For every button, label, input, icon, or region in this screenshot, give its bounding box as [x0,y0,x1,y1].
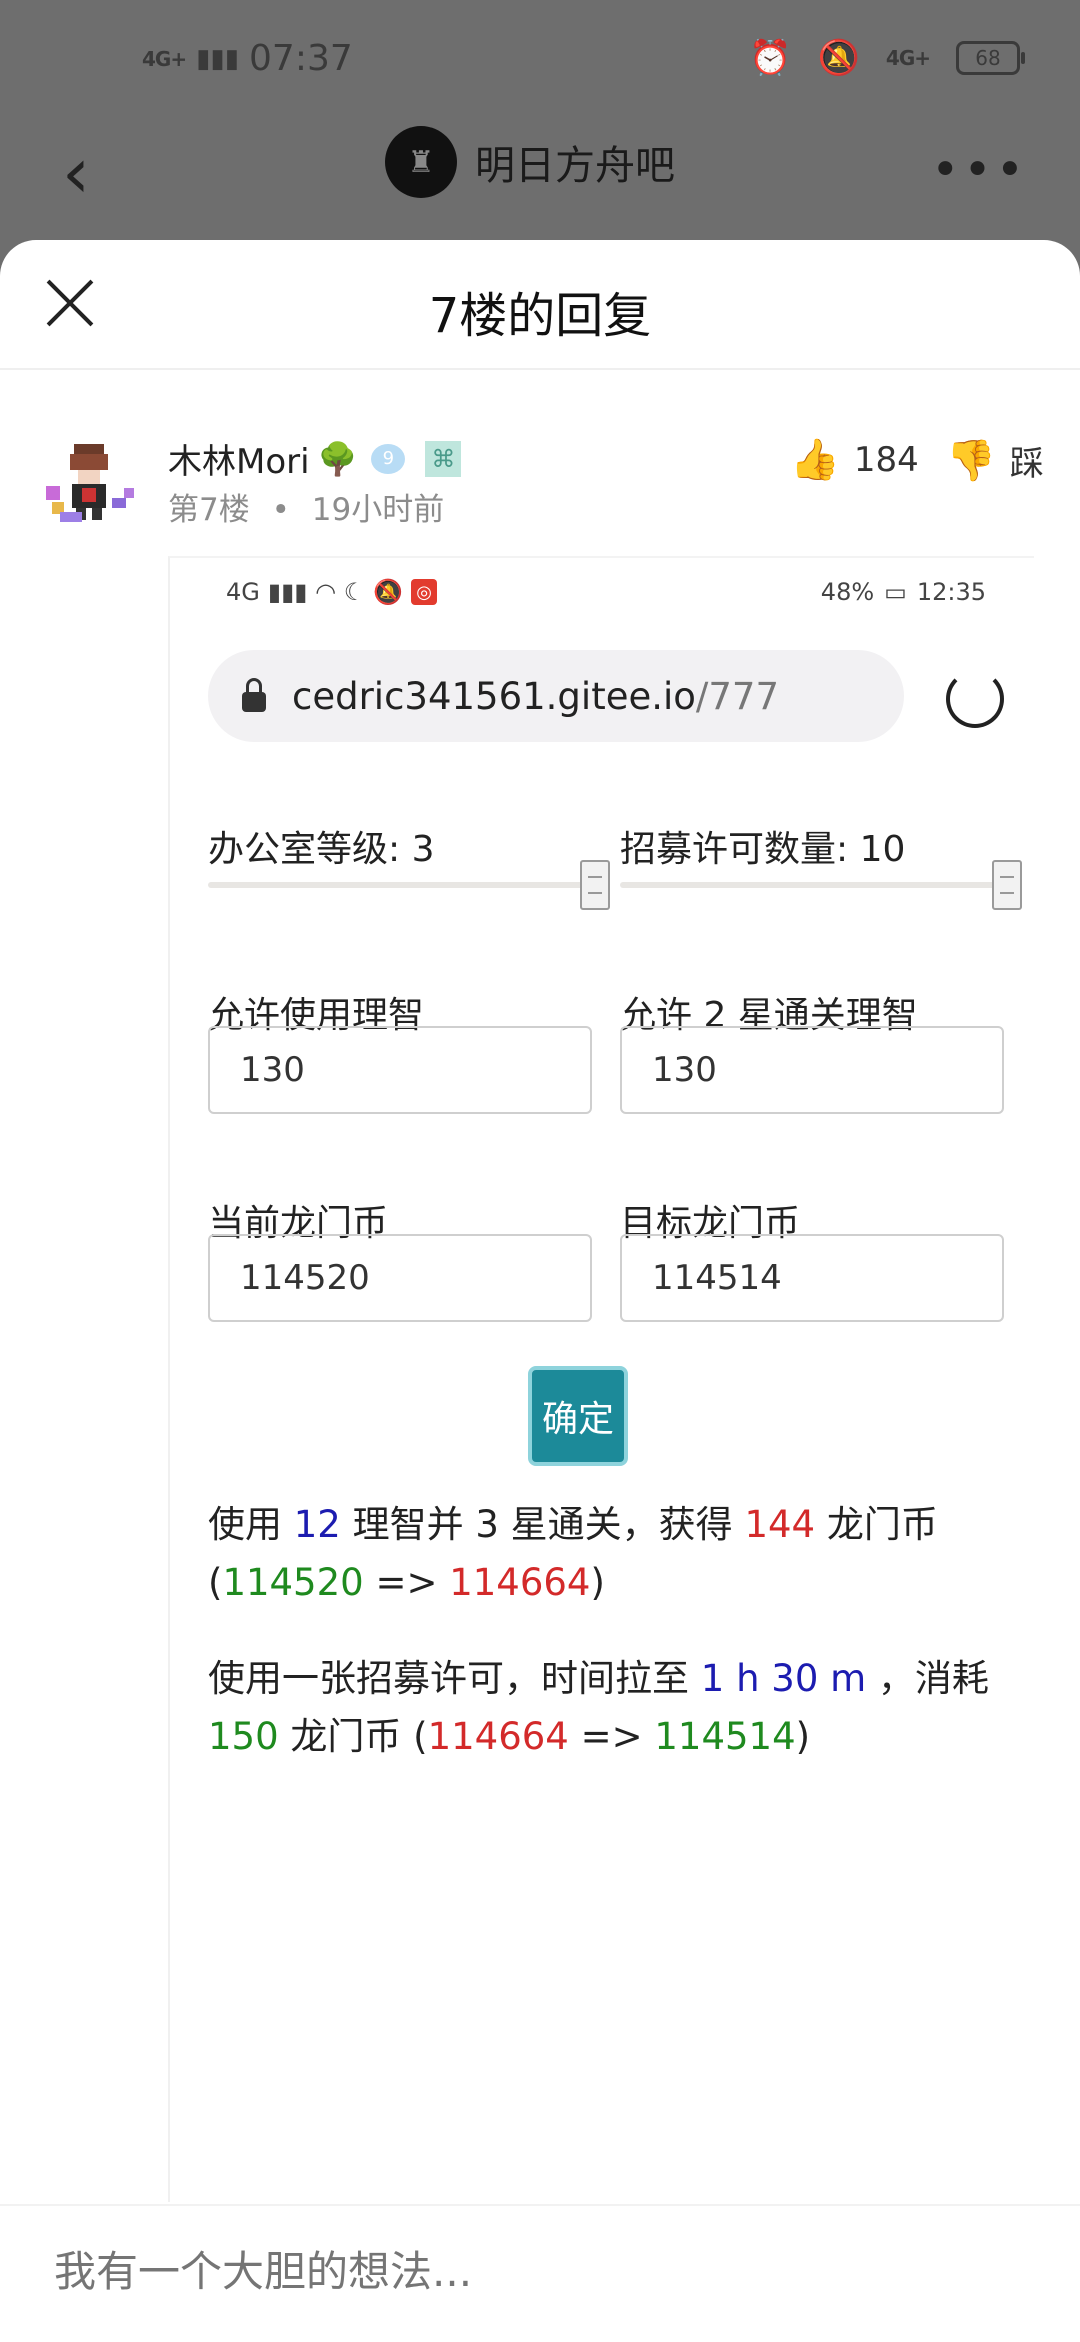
result-line-1: 使用 12 理智并 3 星通关，获得 144 龙门币 (114520 => 114… [208,1496,998,1612]
sanity-input[interactable]: 130 [208,1026,592,1114]
thumbs-up-icon: 👍 [790,437,840,483]
comment-input[interactable] [52,2246,956,2297]
coin-to: 114514 [654,1715,796,1758]
office-level-thumb[interactable] [580,860,610,910]
comment-bar [0,2204,1080,2342]
battery-level: 68 [975,46,1001,70]
forum-name: 明日方舟吧 [475,143,675,189]
dislike-label: 踩 [1009,444,1044,484]
mute-icon: 🔕 [817,38,860,78]
dot-separator: • [271,492,290,528]
like-count: 184 [853,439,919,480]
battery-icon: 68 [956,41,1025,75]
avatar[interactable] [40,440,144,530]
text: 理智并 3 星通关，获得 [340,1503,745,1546]
post-time: 19小时前 [311,492,445,528]
text: => [363,1561,450,1604]
inner-mute-icon: 🔕 [373,578,404,606]
coin-from: 114664 [427,1715,569,1758]
text: 龙门币 [815,1503,938,1546]
level-badge: 9 [371,443,406,474]
status-left: 4G+ ▮▮▮ 07:37 [142,38,353,79]
current-coin-input[interactable]: 114520 [208,1234,592,1322]
sheet-title: 7楼的回复 [428,288,652,344]
coin-cost: 150 [208,1715,279,1758]
badge-icon: ⌘ [425,440,462,477]
confirm-button[interactable]: 确定 [528,1366,628,1466]
url-host: cedric341561.gitee.io [292,674,696,718]
app-icon: ◎ [411,579,438,605]
office-level-slider[interactable] [208,882,592,888]
forum-header: ‹ ♜ 明日方舟吧 ••• [0,120,1080,240]
coin-gain: 144 [744,1503,816,1546]
alarm-icon: ⏰ [749,38,792,78]
dislike-button[interactable]: 👎 踩 [946,436,1044,485]
text: 使用一张招募许可，时间拉至 [208,1657,701,1700]
more-icon[interactable]: ••• [931,142,1028,198]
text: ，消耗 [866,1657,989,1700]
text: 龙门币 ( [278,1715,428,1758]
username[interactable]: 木林Mori 🌳 9 ⌘ [168,434,462,483]
permit-count-label: 招募许可数量: 10 [620,829,906,870]
text: ) [795,1715,811,1758]
text: 使用 [208,1503,294,1546]
target-coin-input[interactable]: 114514 [620,1234,1004,1322]
tree-icon: 🌳 [317,439,358,478]
office-level-label: 办公室等级: 3 [208,829,435,870]
permit-count-slider[interactable] [620,882,1004,888]
inner-signal-icon: ▮▮▮ ◠ ☾ [267,578,366,606]
sheet-header: 7楼的回复 [0,240,1080,370]
sanity-2star-input[interactable]: 130 [620,1026,1004,1114]
status-time: 07:37 [249,38,353,79]
url-bar[interactable]: cedric341561.gitee.io/777 [208,650,904,742]
embedded-screenshot[interactable]: 4G ▮▮▮ ◠ ☾ 🔕 ◎ 48% ▭ 12:35 cedric341561.… [168,556,1034,2202]
status-bar: 4G+ ▮▮▮ 07:37 ⏰ 🔕 4G+ 68 [0,0,1080,120]
signal-icon: ▮▮▮ [196,43,240,74]
result-line-2: 使用一张招募许可，时间拉至 1 h 30 m ，消耗 150 龙门币 (11466… [208,1650,998,1766]
text: ) [590,1561,605,1604]
inner-network: 4G [226,578,260,606]
forum-title[interactable]: ♜ 明日方舟吧 [385,126,675,198]
duration: 1 h 30 m [700,1657,867,1700]
status-right: ⏰ 🔕 4G+ 68 [749,38,1025,78]
floor-number: 第7楼 [168,492,250,528]
inner-time: 12:35 [916,578,986,606]
inner-battery-icon: ▭ [884,578,907,606]
text: => [568,1715,655,1758]
lock-icon [242,678,266,712]
level-value: 9 [382,448,395,469]
network-indicator: 4G+ [142,46,187,71]
thumbs-down-icon: 👎 [946,438,996,484]
sanity-used: 12 [293,1503,341,1546]
post-meta: 第7楼 • 19小时前 [168,484,444,529]
inner-battery: 48% [820,578,875,606]
permit-count-thumb[interactable] [992,860,1022,910]
inner-status-bar: 4G ▮▮▮ ◠ ☾ 🔕 ◎ 48% ▭ 12:35 [170,558,1034,608]
text: ( [208,1561,223,1604]
reload-icon[interactable] [946,670,1004,728]
coin-to: 114664 [449,1561,591,1604]
network-indicator-2: 4G+ [885,46,931,70]
username-text: 木林Mori [168,442,310,482]
back-icon[interactable]: ‹ [62,138,90,208]
like-button[interactable]: 👍 184 [790,436,919,483]
coin-from: 114520 [222,1561,364,1604]
url-path: /777 [695,674,780,718]
forum-avatar: ♜ [385,126,457,198]
pixel-avatar-icon [46,444,134,522]
